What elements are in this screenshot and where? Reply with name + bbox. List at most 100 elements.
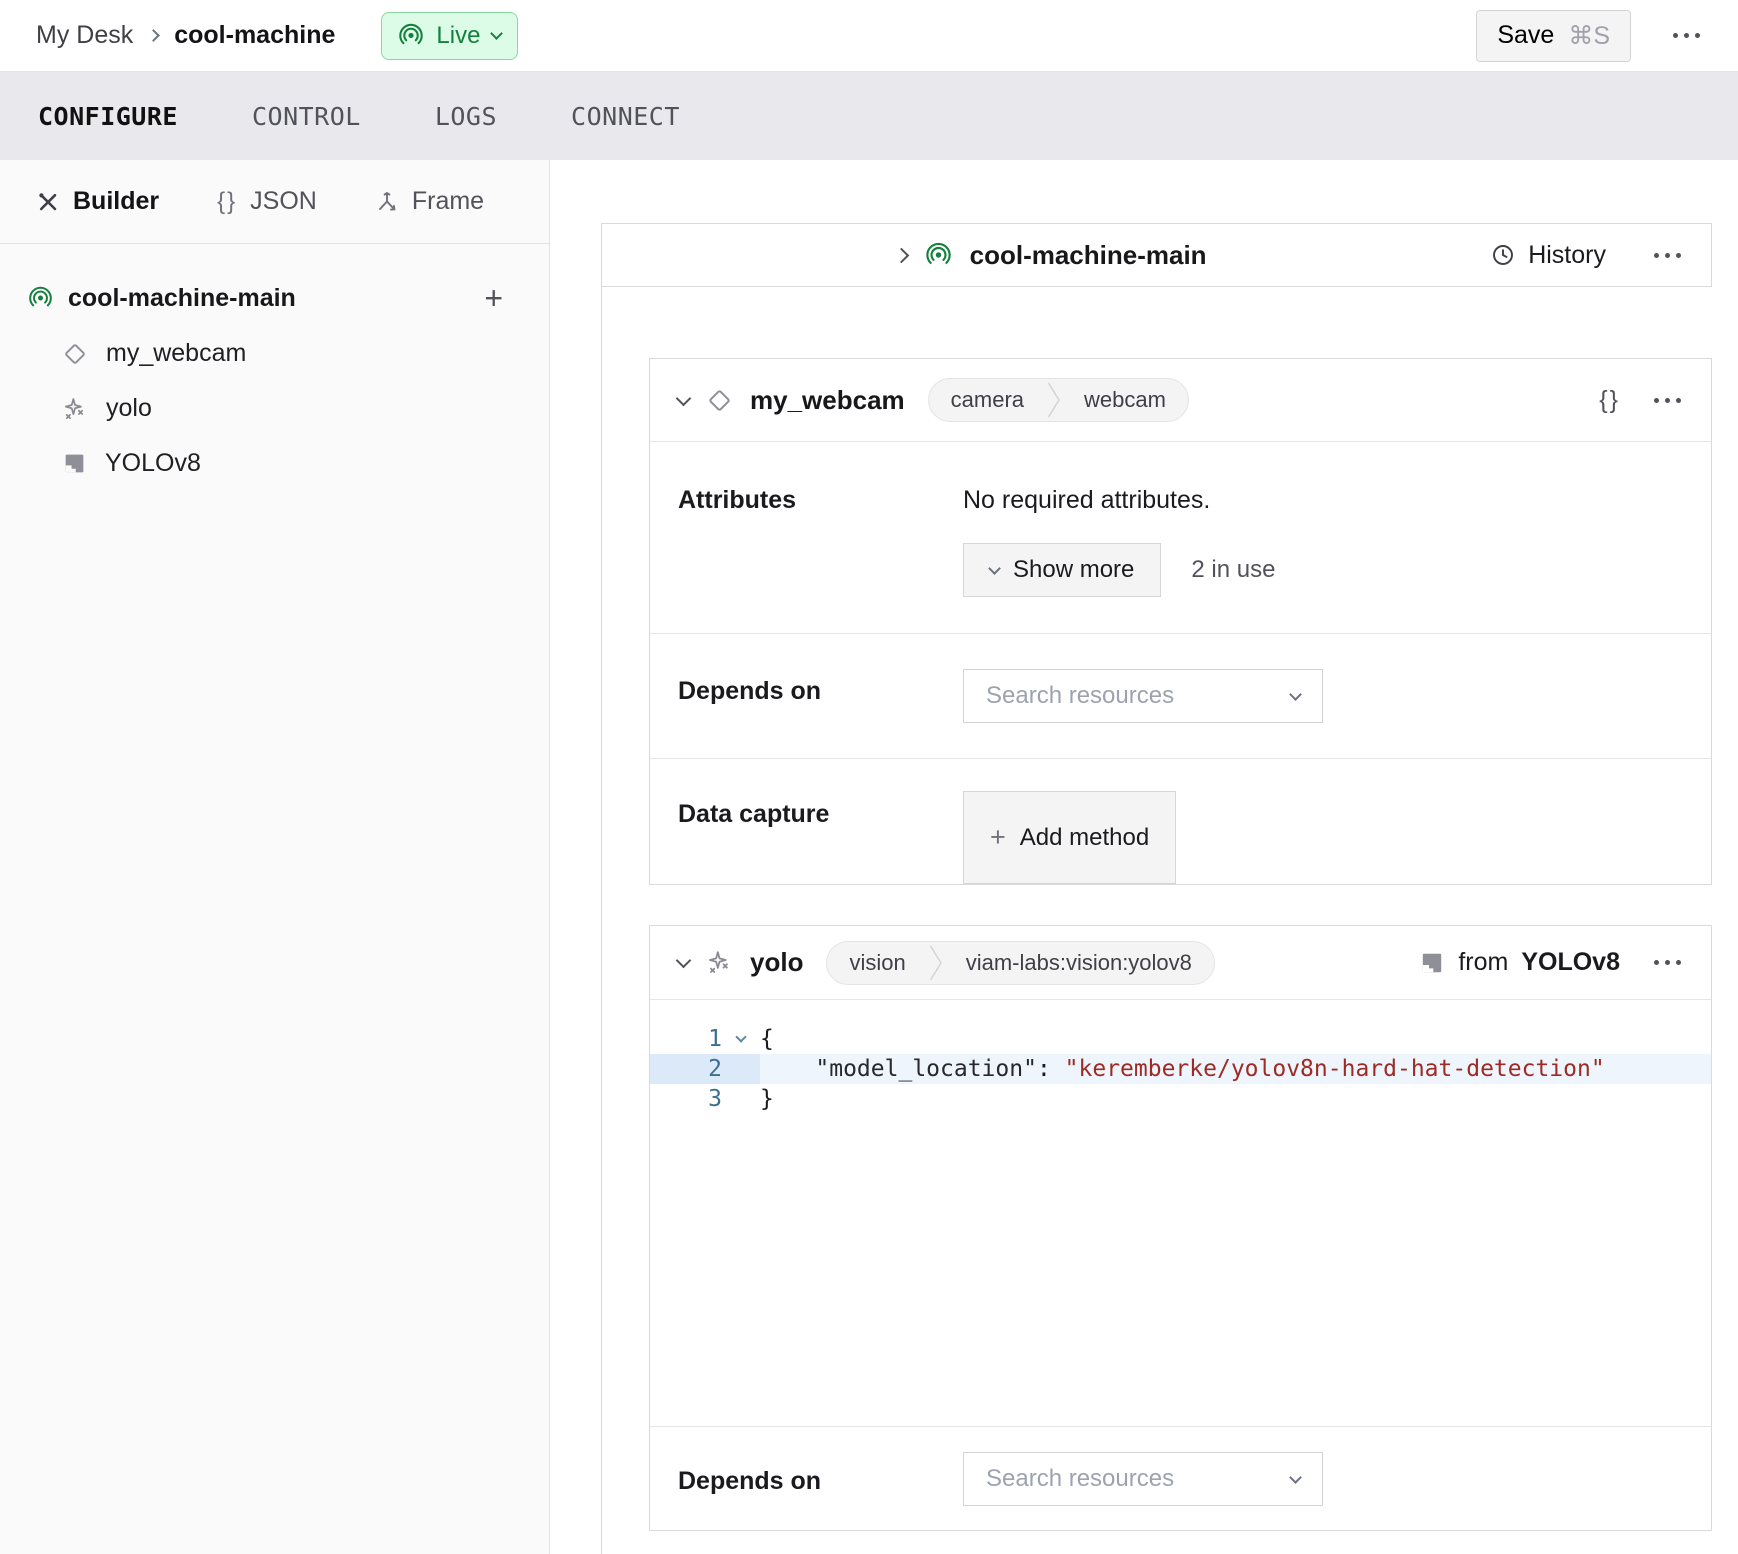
code-line-highlighted: 2 "model_location": "keremberke/yolov8n-… xyxy=(650,1054,1711,1084)
frame-axes-icon xyxy=(375,190,399,214)
data-capture-label: Data capture xyxy=(678,759,963,884)
depends-on-label: Depends on xyxy=(678,634,963,758)
webcam-resource-card: my_webcam camera webcam {} Attributes xyxy=(649,358,1712,885)
type-tag: camera xyxy=(929,379,1046,421)
breadcrumb: My Desk cool-machine xyxy=(36,21,335,50)
fold-chevron-icon xyxy=(735,1031,746,1042)
collapse-chevron[interactable] xyxy=(676,390,692,406)
chevron-down-icon xyxy=(491,27,504,40)
from-word: from xyxy=(1458,948,1508,977)
config-view-tabs: Builder {} JSON Frame xyxy=(0,160,549,244)
attributes-label: Attributes xyxy=(678,442,963,633)
service-sparkle-icon xyxy=(62,396,88,422)
depends-on-row: Depends on Search resources xyxy=(650,633,1711,758)
tab-configure[interactable]: CONFIGURE xyxy=(38,102,178,131)
line-number: 3 xyxy=(650,1084,722,1114)
code-text: } xyxy=(760,1084,1711,1114)
code-text: "model_location": "keremberke/yolov8n-ha… xyxy=(760,1054,1711,1084)
tree-item-yolo[interactable]: yolo xyxy=(0,381,549,436)
resource-title: yolo xyxy=(750,947,803,978)
depends-on-select[interactable]: Search resources xyxy=(963,669,1323,723)
machine-nav-tabs: CONFIGURE CONTROL LOGS CONNECT xyxy=(0,72,1738,160)
line-number: 1 xyxy=(650,1024,722,1054)
edit-json-braces-button[interactable]: {} xyxy=(1599,386,1620,415)
save-button-label: Save xyxy=(1497,21,1554,50)
view-tab-frame[interactable]: Frame xyxy=(375,187,484,216)
collapse-chevron[interactable] xyxy=(676,953,692,969)
chevron-down-icon xyxy=(1289,1471,1302,1484)
service-sparkle-icon xyxy=(706,949,733,976)
chevron-down-icon xyxy=(1289,688,1302,701)
machine-part-card: cool-machine-main History xyxy=(601,223,1712,287)
depends-on-label: Depends on xyxy=(678,1427,963,1530)
attributes-in-use-text: 2 in use xyxy=(1191,556,1275,584)
history-button[interactable]: History xyxy=(1490,241,1606,270)
tools-icon xyxy=(36,190,60,214)
attributes-row: Attributes No required attributes. Show … xyxy=(650,441,1711,633)
resource-overflow-menu-button[interactable] xyxy=(1652,392,1683,409)
breadcrumb-separator-icon xyxy=(147,29,160,42)
history-label: History xyxy=(1528,241,1606,270)
tree-item-yolov8-module[interactable]: YOLOv8 xyxy=(0,436,549,491)
show-more-button[interactable]: Show more xyxy=(963,543,1161,597)
tab-connect[interactable]: CONNECT xyxy=(571,102,680,131)
depends-on-placeholder: Search resources xyxy=(986,1465,1174,1493)
top-bar: My Desk cool-machine Live Save ⌘S xyxy=(0,0,1738,72)
part-title: cool-machine-main xyxy=(970,240,1207,271)
history-clock-icon xyxy=(1490,242,1516,268)
chevron-down-icon xyxy=(988,562,1001,575)
yolo-card-header: yolo vision viam-labs:vision:yolov8 xyxy=(650,926,1711,999)
status-badge-label: Live xyxy=(436,22,480,50)
breadcrumb-parent[interactable]: My Desk xyxy=(36,21,133,50)
save-shortcut-hint: ⌘S xyxy=(1568,21,1610,51)
view-tab-label: JSON xyxy=(250,187,317,216)
view-tab-label: Frame xyxy=(412,187,484,216)
tag-separator-icon xyxy=(1046,379,1062,421)
machine-status-badge[interactable]: Live xyxy=(381,12,518,60)
component-diamond-icon xyxy=(62,341,88,367)
tab-control[interactable]: CONTROL xyxy=(252,102,361,131)
depends-on-row: Depends on Search resources xyxy=(650,1426,1711,1530)
tree-item-my-webcam[interactable]: my_webcam xyxy=(0,326,549,381)
webcam-card-header: my_webcam camera webcam {} xyxy=(650,359,1711,441)
code-text: { xyxy=(760,1024,1711,1054)
topbar-overflow-menu-button[interactable] xyxy=(1671,27,1702,44)
code-line: 3 } xyxy=(650,1084,1711,1114)
tree-item-machine-part[interactable]: cool-machine-main + xyxy=(0,270,549,326)
show-more-label: Show more xyxy=(1013,556,1134,584)
part-overflow-menu-button[interactable] xyxy=(1652,247,1683,264)
live-broadcast-icon xyxy=(398,23,424,49)
tree-item-label: yolo xyxy=(106,394,152,423)
resource-tree: cool-machine-main + my_webcam xyxy=(0,244,549,491)
tree-item-label: cool-machine-main xyxy=(68,284,296,313)
expand-part-chevron[interactable] xyxy=(893,247,909,263)
breadcrumb-current: cool-machine xyxy=(174,21,335,50)
add-resource-button[interactable]: + xyxy=(484,282,503,314)
from-module-indicator[interactable]: from YOLOv8 xyxy=(1419,948,1620,977)
json-string-value: "keremberke/yolov8n-hard-hat-detection" xyxy=(1065,1056,1605,1082)
tag-separator-icon xyxy=(928,942,944,984)
view-tab-builder[interactable]: Builder xyxy=(36,187,159,216)
config-sidebar: Builder {} JSON Frame xyxy=(0,160,550,1554)
resource-type-tags: camera webcam xyxy=(928,378,1189,422)
type-tag: vision xyxy=(827,942,927,984)
resource-type-tags: vision viam-labs:vision:yolov8 xyxy=(826,941,1214,985)
module-icon xyxy=(1419,950,1445,976)
attributes-json-editor[interactable]: 1 { 2 "model_location": "keremberke/yolo… xyxy=(650,999,1711,1426)
code-fold-gutter xyxy=(722,1054,760,1084)
view-tab-json[interactable]: {} JSON xyxy=(217,187,317,216)
add-method-label: Add method xyxy=(1020,824,1149,852)
module-icon xyxy=(62,451,87,476)
data-capture-row: Data capture + Add method xyxy=(650,758,1711,884)
code-fold-toggle[interactable] xyxy=(722,1024,760,1054)
save-button[interactable]: Save ⌘S xyxy=(1476,10,1631,62)
add-method-button[interactable]: + Add method xyxy=(963,791,1176,884)
config-main-panel: cool-machine-main History xyxy=(550,160,1738,1554)
depends-on-select[interactable]: Search resources xyxy=(963,1452,1323,1506)
tab-logs[interactable]: LOGS xyxy=(435,102,497,131)
yolo-resource-card: yolo vision viam-labs:vision:yolov8 xyxy=(649,925,1712,1531)
tree-item-label: YOLOv8 xyxy=(105,449,201,478)
resource-overflow-menu-button[interactable] xyxy=(1652,954,1683,971)
view-tab-label: Builder xyxy=(73,187,159,216)
tree-item-label: my_webcam xyxy=(106,339,246,368)
